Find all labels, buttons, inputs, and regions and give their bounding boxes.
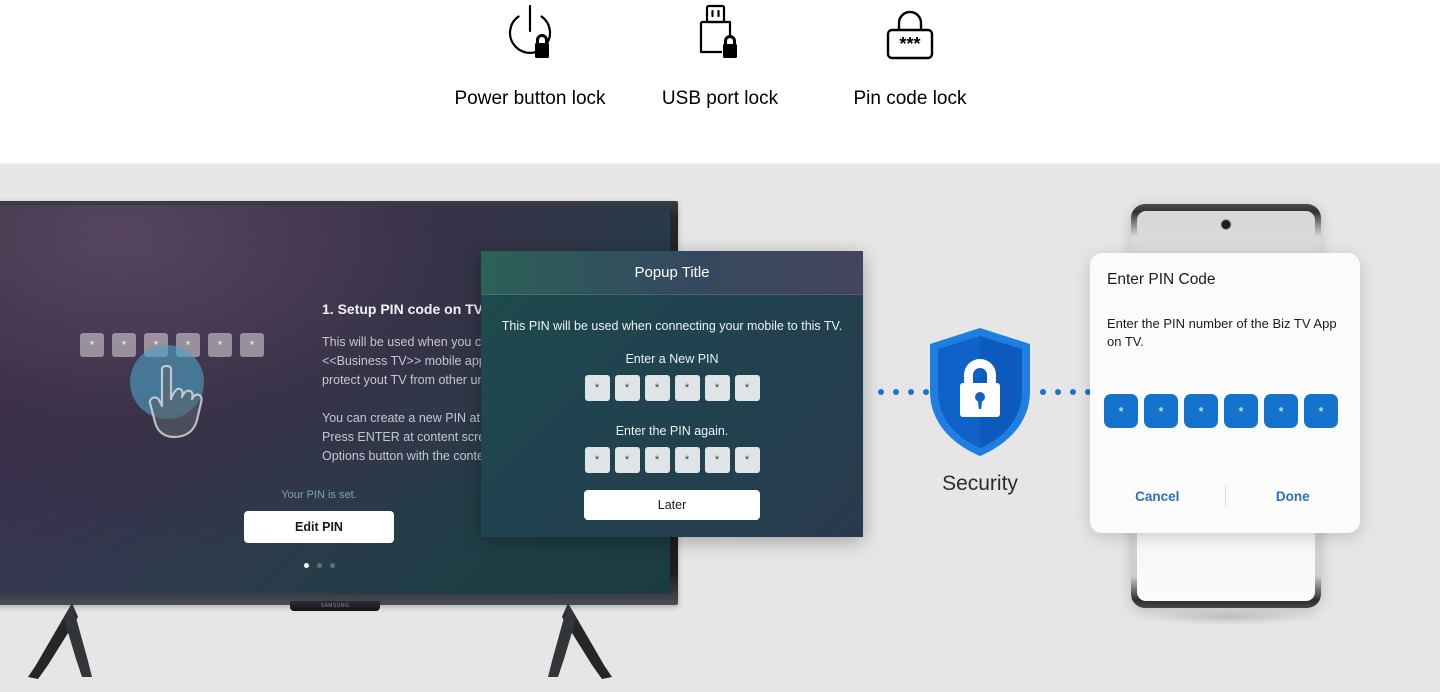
connector-dots-right (1040, 389, 1091, 395)
connector-dot (1070, 389, 1076, 395)
tv-logo-plate: SAMSUNG (290, 601, 380, 611)
phone-pin-box[interactable]: * (1224, 394, 1258, 428)
popup-pin-box[interactable]: * (644, 447, 670, 473)
popup-confirm-pin-input[interactable]: * * * * * * (481, 447, 863, 473)
popup-pin-box[interactable]: * (704, 447, 730, 473)
feature-row: Power button lock USB port lock *** Pin … (0, 0, 1440, 163)
tv-pin-box: * (112, 333, 136, 357)
connector-dot (1040, 389, 1046, 395)
tv-brand-mark: SAMSUNG (320, 603, 350, 609)
tv-paragraph-2-line: Press ENTER at content screen, (322, 430, 503, 444)
popup-new-pin-label: Enter a New PIN (625, 352, 719, 366)
hand-pointer-icon (138, 361, 218, 444)
feature-label: Pin code lock (853, 88, 967, 109)
popup-pin-box[interactable]: * (614, 447, 640, 473)
svg-text:***: *** (899, 34, 920, 54)
usb-port-lock-icon (620, 0, 820, 72)
tv-pin-box: * (80, 333, 104, 357)
phone-pin-dialog: Enter PIN Code Enter the PIN number of t… (1090, 253, 1360, 533)
connector-dot (893, 389, 899, 395)
popup-description: This PIN will be used when connecting yo… (501, 319, 843, 333)
popup-body: This PIN will be used when connecting yo… (481, 295, 863, 537)
phone-dialog-description: Enter the PIN number of the Biz TV App o… (1107, 316, 1337, 349)
tv-popup-dialog: Popup Title This PIN will be used when c… (481, 251, 863, 537)
connector-dot (878, 389, 884, 395)
feature-power-button-lock: Power button lock (410, 0, 650, 110)
tv-pin-box: * (240, 333, 264, 357)
feature-usb-port-lock: USB port lock (620, 0, 820, 110)
popup-pin-box[interactable]: * (674, 375, 700, 401)
power-button-lock-icon (410, 0, 650, 72)
feature-pin-code-lock: *** Pin code lock (810, 0, 1010, 110)
tv-carousel-dots[interactable] (244, 563, 394, 568)
popup-new-pin-input[interactable]: * * * * * * (481, 375, 863, 401)
phone-pin-input[interactable]: * * * * * * (1104, 394, 1338, 428)
popup-pin-box[interactable]: * (674, 447, 700, 473)
carousel-dot-2[interactable] (316, 563, 322, 568)
tv-paragraph-1-line: This will be used when you conn (322, 335, 502, 349)
carousel-dot-3[interactable] (329, 563, 335, 568)
phone-pin-box[interactable]: * (1264, 394, 1298, 428)
feature-band: Power button lock USB port lock *** Pin … (0, 0, 1440, 163)
phone-camera-icon (1221, 220, 1231, 229)
cancel-button[interactable]: Cancel (1090, 489, 1225, 504)
tv-pin-box: * (208, 333, 232, 357)
phone-pin-box[interactable]: * (1144, 394, 1178, 428)
feature-label: Power button lock (454, 88, 606, 109)
popup-pin-box[interactable]: * (614, 375, 640, 401)
phone-shadow (1118, 606, 1338, 628)
tv-stand-leg-right (534, 603, 614, 691)
edit-pin-button[interactable]: Edit PIN (244, 511, 394, 543)
shield-lock-icon (900, 325, 1060, 464)
pin-set-note: Your PIN is set. (281, 489, 357, 501)
popup-pin-box[interactable]: * (584, 375, 610, 401)
security-label: Security (942, 472, 1018, 495)
popup-pin-box[interactable]: * (734, 375, 760, 401)
feature-label: USB port lock (661, 88, 779, 109)
phone-pin-box[interactable]: * (1304, 394, 1338, 428)
security-badge: Security (900, 325, 1060, 496)
tv-paragraph-2-line: Options button with the conten (322, 449, 491, 463)
tv-stand-leg-left (26, 603, 106, 691)
tv-paragraph-1-line: protect yout TV from other unkc (322, 373, 497, 387)
carousel-dot-1[interactable] (303, 563, 309, 568)
popup-pin-box[interactable]: * (734, 447, 760, 473)
tv-cta-block: Your PIN is set. Edit PIN (244, 489, 394, 543)
pin-code-lock-icon: *** (810, 0, 1010, 72)
phone-pin-box[interactable]: * (1184, 394, 1218, 428)
phone-dialog-title: Enter PIN Code (1107, 271, 1216, 288)
popup-pin-box[interactable]: * (584, 447, 610, 473)
popup-confirm-pin-label: Enter the PIN again. (615, 424, 729, 438)
phone-dialog-actions: Cancel Done (1090, 485, 1360, 507)
popup-title: Popup Title (481, 251, 863, 295)
done-button[interactable]: Done (1226, 489, 1361, 504)
popup-pin-box[interactable]: * (644, 375, 670, 401)
popup-pin-box[interactable]: * (704, 375, 730, 401)
tv-paragraph-2-line: You can create a new PIN at Opt (322, 411, 504, 425)
phone-pin-box[interactable]: * (1104, 394, 1138, 428)
stage-divider (0, 163, 1440, 165)
connector-dot (1055, 389, 1061, 395)
later-button[interactable]: Later (584, 490, 760, 520)
